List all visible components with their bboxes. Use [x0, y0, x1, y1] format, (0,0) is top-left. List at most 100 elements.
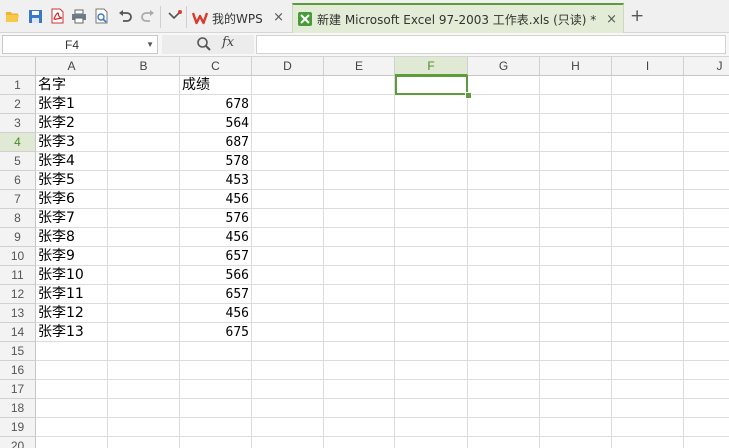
cell-name[interactable]: 张李8 — [36, 228, 110, 247]
cell-score[interactable]: 576 — [180, 209, 252, 228]
tab-workbook[interactable]: 新建 Microsoft Excel 97-2003 工作表.xls (只读) … — [292, 3, 624, 33]
row-header-1[interactable]: 1 — [0, 76, 36, 95]
row-header-18[interactable]: 18 — [0, 399, 36, 418]
row-header-15[interactable]: 15 — [0, 342, 36, 361]
cell-a1[interactable]: 名字 — [36, 76, 110, 95]
row-header-13[interactable]: 13 — [0, 304, 36, 323]
tab-my-wps[interactable]: 我的WPS × — [188, 3, 290, 33]
cell-name[interactable]: 张李7 — [36, 209, 110, 228]
wps-logo-icon — [191, 10, 209, 26]
gridline-horizontal — [36, 360, 729, 361]
gridline-horizontal — [36, 189, 729, 190]
cell-score[interactable]: 453 — [180, 171, 252, 190]
cell-name[interactable]: 张李10 — [36, 266, 110, 285]
row-header-7[interactable]: 7 — [0, 190, 36, 209]
column-header-h[interactable]: H — [540, 57, 612, 76]
column-header-d[interactable]: D — [252, 57, 324, 76]
row-header-9[interactable]: 9 — [0, 228, 36, 247]
active-cell-selection — [395, 75, 468, 95]
open-folder-icon[interactable] — [4, 7, 22, 25]
tab-label: 新建 Microsoft Excel 97-2003 工作表.xls (只读) … — [317, 12, 597, 27]
gridline-horizontal — [36, 265, 729, 266]
gridline-horizontal — [36, 151, 729, 152]
gridline-horizontal — [36, 208, 729, 209]
gridline-horizontal — [36, 227, 729, 228]
cell-name[interactable]: 张李13 — [36, 323, 110, 342]
row-header-5[interactable]: 5 — [0, 152, 36, 171]
cell-score[interactable]: 456 — [180, 304, 252, 323]
cell-score[interactable]: 657 — [180, 285, 252, 304]
gridline-horizontal — [36, 398, 729, 399]
customize-icon[interactable] — [166, 7, 184, 25]
undo-icon[interactable] — [116, 7, 134, 25]
formula-bar: F4 ▼ fx — [0, 33, 729, 57]
cell-name[interactable]: 张李12 — [36, 304, 110, 323]
close-icon[interactable]: × — [273, 10, 284, 25]
gridline-horizontal — [36, 246, 729, 247]
column-header-j[interactable]: J — [684, 57, 729, 76]
column-header-g[interactable]: G — [468, 57, 540, 76]
fill-handle[interactable] — [465, 92, 472, 99]
cell-score[interactable]: 687 — [180, 133, 252, 152]
cell-score[interactable]: 564 — [180, 114, 252, 133]
redo-icon[interactable] — [138, 7, 156, 25]
cell-name[interactable]: 张李2 — [36, 114, 110, 133]
cell-score[interactable]: 657 — [180, 247, 252, 266]
export-pdf-icon[interactable] — [48, 7, 66, 25]
cell-score[interactable]: 456 — [180, 190, 252, 209]
cell-score[interactable]: 578 — [180, 152, 252, 171]
formula-input[interactable] — [256, 35, 726, 54]
row-header-19[interactable]: 19 — [0, 418, 36, 437]
cell-name[interactable]: 张李4 — [36, 152, 110, 171]
cell-c1[interactable]: 成绩 — [180, 76, 254, 95]
column-header-c[interactable]: C — [180, 57, 252, 76]
row-header-8[interactable]: 8 — [0, 209, 36, 228]
gridline-horizontal — [36, 94, 729, 95]
gridline-horizontal — [36, 379, 729, 380]
close-icon[interactable]: × — [606, 12, 617, 27]
gridline-horizontal — [36, 113, 729, 114]
row-header-4[interactable]: 4 — [0, 133, 36, 152]
row-header-12[interactable]: 12 — [0, 285, 36, 304]
column-header-f[interactable]: F — [395, 57, 468, 76]
spreadsheet-grid[interactable]: A B C D E F G H I J 1 2 3 4 5 6 7 8 9 10 11 12 13 14 15 16 17 18 19 2… — [0, 57, 729, 448]
cell-name[interactable]: 张李5 — [36, 171, 110, 190]
row-header-16[interactable]: 16 — [0, 361, 36, 380]
print-preview-icon[interactable] — [92, 7, 110, 25]
print-icon[interactable] — [70, 7, 88, 25]
column-header-a[interactable]: A — [36, 57, 108, 76]
save-icon[interactable] — [26, 7, 44, 25]
column-header-e[interactable]: E — [324, 57, 395, 76]
gridline-horizontal — [36, 303, 729, 304]
row-header-11[interactable]: 11 — [0, 266, 36, 285]
insert-function-button[interactable]: fx — [222, 35, 234, 50]
cell-name[interactable]: 张李1 — [36, 95, 110, 114]
name-box-value: F4 — [65, 38, 80, 52]
row-header-6[interactable]: 6 — [0, 171, 36, 190]
new-tab-button[interactable]: + — [630, 7, 644, 25]
cell-score[interactable]: 456 — [180, 228, 252, 247]
cell-score[interactable]: 678 — [180, 95, 252, 114]
gridline-horizontal — [36, 322, 729, 323]
cell-score[interactable]: 566 — [180, 266, 252, 285]
row-header-14[interactable]: 14 — [0, 323, 36, 342]
cell-name[interactable]: 张李11 — [36, 285, 110, 304]
gridline-horizontal — [36, 132, 729, 133]
column-header-i[interactable]: I — [612, 57, 684, 76]
row-header-3[interactable]: 3 — [0, 114, 36, 133]
toolbar-divider — [186, 6, 187, 28]
zoom-magnifier-icon[interactable] — [196, 36, 212, 56]
cell-name[interactable]: 张李3 — [36, 133, 110, 152]
gridline-horizontal — [36, 341, 729, 342]
cell-name[interactable]: 张李6 — [36, 190, 110, 209]
name-box[interactable]: F4 ▼ — [2, 35, 158, 54]
row-header-2[interactable]: 2 — [0, 95, 36, 114]
cell-name[interactable]: 张李9 — [36, 247, 110, 266]
column-header-b[interactable]: B — [108, 57, 180, 76]
chevron-down-icon[interactable]: ▼ — [146, 40, 154, 49]
row-header-10[interactable]: 10 — [0, 247, 36, 266]
cell-score[interactable]: 675 — [180, 323, 252, 342]
row-header-20[interactable]: 20 — [0, 437, 36, 448]
select-all-corner[interactable] — [0, 57, 36, 76]
row-header-17[interactable]: 17 — [0, 380, 36, 399]
